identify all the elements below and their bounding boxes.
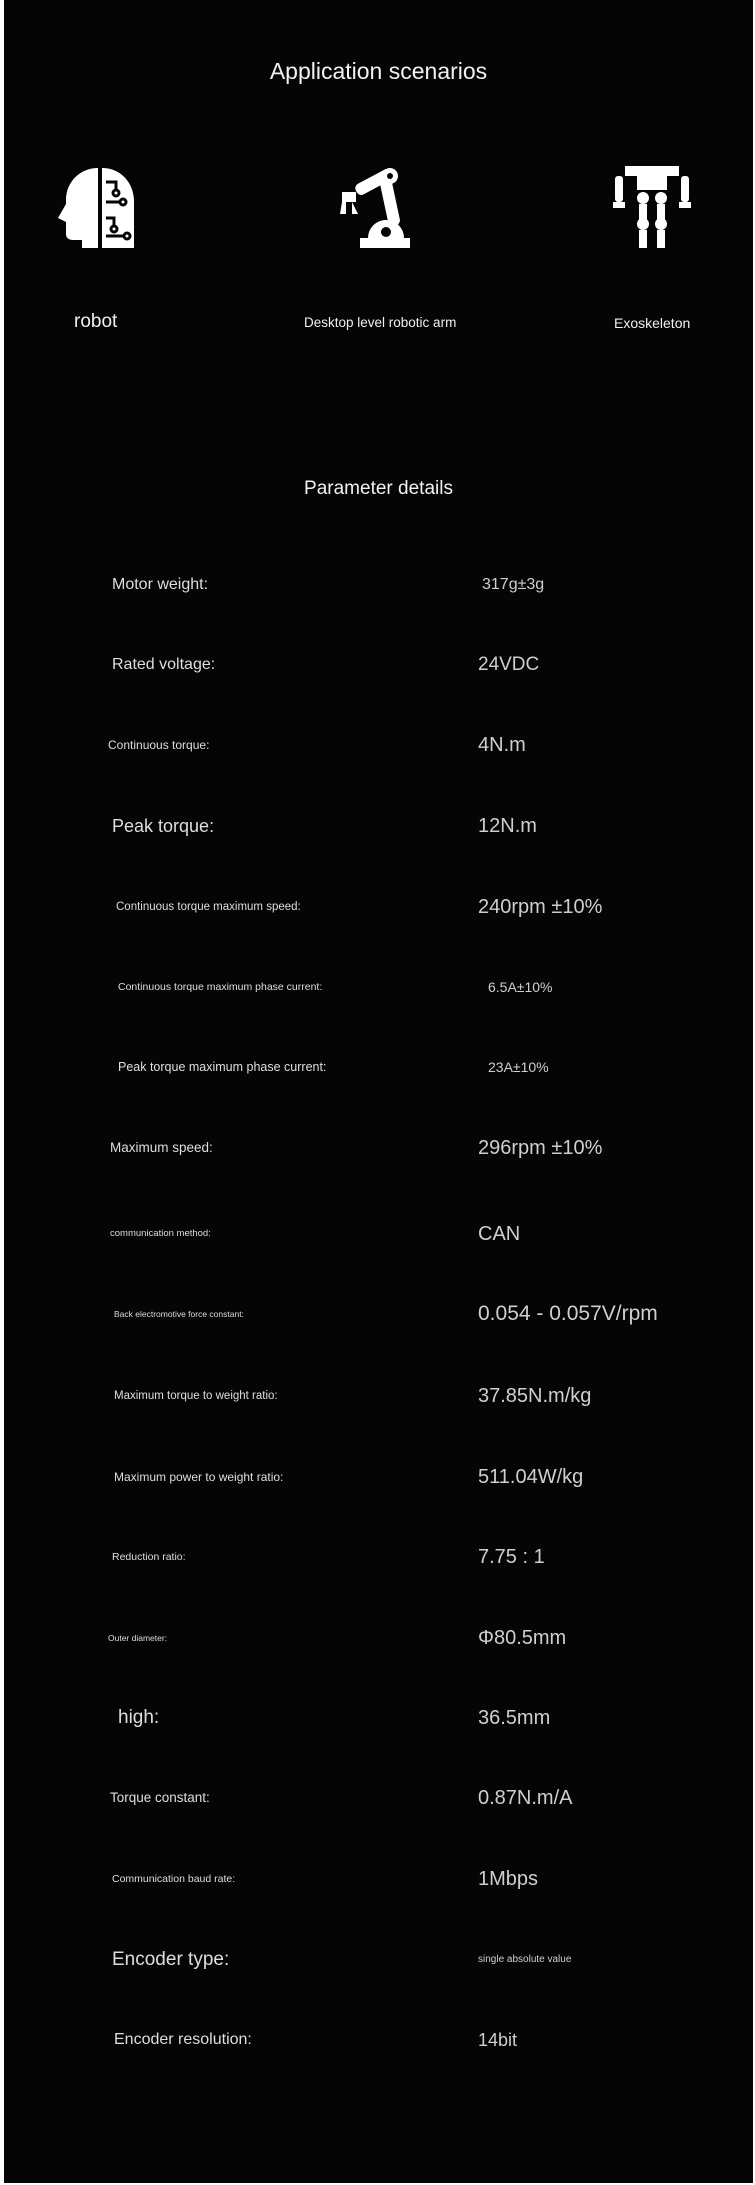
param-value: 14bit bbox=[478, 2030, 518, 2050]
param-name: high: bbox=[118, 1707, 160, 1728]
param-name: Torque constant: bbox=[110, 1790, 210, 1805]
param-name: Peak torque maximum phase current: bbox=[118, 1060, 327, 1074]
param-name: Maximum torque to weight ratio: bbox=[114, 1390, 278, 1402]
param-name: Communication baud rate: bbox=[112, 1873, 236, 1885]
param-value: 6.5A±10% bbox=[488, 979, 553, 995]
param-name: Continuous torque: bbox=[108, 738, 210, 752]
param-row: Outer diameter: Φ80.5mm bbox=[4, 1623, 753, 1653]
param-name: Continuous torque maximum speed: bbox=[116, 901, 301, 913]
param-name: Reduction ratio: bbox=[112, 1551, 186, 1563]
param-name: Rated voltage: bbox=[112, 656, 216, 673]
param-name: Maximum speed: bbox=[110, 1140, 213, 1155]
param-value: 0.87N.m/A bbox=[478, 1787, 573, 1809]
param-row: high: 36.5mm bbox=[4, 1703, 753, 1733]
application-scenarios-title: Application scenarios bbox=[269, 58, 488, 84]
param-row: Back electromotive force constant: 0.054… bbox=[4, 1299, 753, 1329]
param-value: 4N.m bbox=[478, 734, 526, 756]
param-value: Φ80.5mm bbox=[478, 1627, 567, 1649]
param-name: Encoder resolution: bbox=[114, 2031, 252, 2048]
param-row: communication method: CAN bbox=[4, 1219, 753, 1249]
param-value: 240rpm ±10% bbox=[478, 896, 603, 918]
param-name: Motor weight: bbox=[112, 576, 209, 593]
param-value: 36.5mm bbox=[478, 1707, 551, 1729]
param-row: Encoder resolution: 14bit bbox=[4, 2025, 753, 2055]
exoskeleton-icon bbox=[607, 162, 697, 252]
param-value: 24VDC bbox=[478, 654, 540, 675]
param-row: Continuous torque maximum speed: 240rpm … bbox=[4, 892, 753, 922]
param-value: 511.04W/kg bbox=[478, 1466, 584, 1488]
param-value: 7.75 : 1 bbox=[478, 1546, 545, 1568]
param-value: 1Mbps bbox=[478, 1868, 539, 1890]
param-row: Peak torque: 12N.m bbox=[4, 811, 753, 841]
param-name: Continuous torque maximum phase current: bbox=[118, 981, 323, 993]
param-name: Outer diameter: bbox=[108, 1633, 168, 1643]
param-name: communication method: bbox=[110, 1228, 211, 1239]
param-row: Reduction ratio: 7.75 : 1 bbox=[4, 1542, 753, 1572]
param-name: Back electromotive force constant: bbox=[114, 1309, 244, 1319]
param-value: 317g±3g bbox=[482, 576, 545, 593]
param-name: Peak torque: bbox=[112, 816, 215, 836]
product-spec-page: Application scenarios robot Desktop leve… bbox=[4, 0, 753, 2183]
param-row: Rated voltage: 24VDC bbox=[4, 650, 753, 680]
param-value: 12N.m bbox=[478, 815, 537, 837]
param-row: Continuous torque: 4N.m bbox=[4, 730, 753, 760]
param-row: Maximum speed: 296rpm ±10% bbox=[4, 1133, 753, 1163]
scenario-label-exoskeleton: Exoskeleton bbox=[614, 315, 691, 331]
robot-head-circuit-icon bbox=[54, 162, 144, 252]
param-row: Continuous torque maximum phase current:… bbox=[4, 972, 753, 1002]
robotic-arm-icon bbox=[332, 162, 422, 252]
scenario-label-robotic-arm: Desktop level robotic arm bbox=[304, 315, 457, 330]
scenario-label-robot: robot bbox=[74, 311, 118, 332]
param-row: Maximum power to weight ratio: 511.04W/k… bbox=[4, 1462, 753, 1492]
param-value: 23A±10% bbox=[488, 1059, 549, 1075]
param-value: 0.054 - 0.057V/rpm bbox=[478, 1302, 658, 1325]
param-value: CAN bbox=[478, 1223, 521, 1245]
param-row: Communication baud rate: 1Mbps bbox=[4, 1864, 753, 1894]
param-row: Encoder type: single absolute value bbox=[4, 1945, 753, 1975]
param-row: Torque constant: 0.87N.m/A bbox=[4, 1783, 753, 1813]
param-value: 37.85N.m/kg bbox=[478, 1385, 592, 1407]
param-row: Peak torque maximum phase current: 23A±1… bbox=[4, 1052, 753, 1082]
param-name: Encoder type: bbox=[112, 1949, 230, 1970]
param-value: 296rpm ±10% bbox=[478, 1137, 603, 1159]
param-row: Maximum torque to weight ratio: 37.85N.m… bbox=[4, 1381, 753, 1411]
param-name: Maximum power to weight ratio: bbox=[114, 1470, 284, 1484]
param-value: single absolute value bbox=[478, 1954, 572, 1965]
param-row: Motor weight: 317g±3g bbox=[4, 570, 753, 600]
parameter-details-title: Parameter details bbox=[304, 478, 453, 499]
